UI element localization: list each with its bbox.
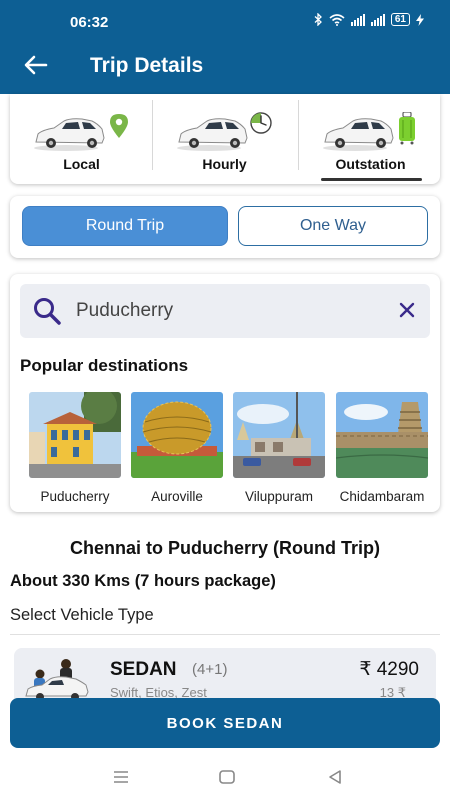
destination-image: [335, 392, 429, 478]
status-icons: 61: [314, 13, 424, 26]
menu-icon[interactable]: [112, 768, 130, 786]
close-icon[interactable]: [398, 301, 416, 319]
destination-name: Auroville: [151, 489, 203, 504]
destination-name: Viluppuram: [244, 489, 314, 504]
trip-type-card: Round Trip One Way: [10, 196, 440, 258]
sedan-car-icon: [25, 659, 89, 701]
category-local[interactable]: Local: [10, 94, 153, 184]
luggage-icon: [399, 112, 415, 145]
selected-category-indicator: [321, 178, 422, 181]
vehicle-price: ₹ 4290: [359, 659, 419, 680]
category-label: Outstation: [335, 156, 406, 172]
destination-image: [131, 392, 223, 478]
round-trip-button[interactable]: Round Trip: [22, 206, 228, 246]
status-bar: 06:32 61: [0, 0, 450, 42]
vehicle-capacity: (4+1): [192, 661, 228, 678]
location-pin-icon: [110, 114, 128, 138]
search-icon[interactable]: [32, 296, 62, 326]
destination-card-viluppuram[interactable]: Viluppuram: [233, 392, 325, 504]
charging-icon: [416, 13, 424, 26]
wifi-icon: [329, 13, 345, 26]
car-icon: [177, 112, 272, 151]
system-nav-bar: [0, 756, 450, 800]
screen: 06:32 61 Trip Details Local Hourly Outst…: [0, 0, 450, 800]
app-header: 06:32 61 Trip Details: [0, 0, 450, 94]
home-square-icon[interactable]: [218, 768, 236, 786]
car-icon: [323, 112, 415, 151]
destination-name: Chidambaram: [339, 489, 425, 504]
destination-card-puducherry[interactable]: Puducherry: [29, 388, 121, 504]
route-title: Chennai to Puducherry (Round Trip): [70, 538, 380, 558]
destination-image: [233, 392, 325, 478]
divider: [10, 634, 440, 635]
signal-icon: [350, 13, 365, 26]
destination-card-chidambaram[interactable]: Chidambaram: [335, 392, 429, 504]
select-vehicle-label: Select Vehicle Type: [10, 606, 154, 624]
page-title: Trip Details: [90, 54, 204, 77]
destination-image: [29, 388, 121, 478]
signal-icon: [370, 13, 385, 26]
destination-card-auroville[interactable]: Auroville: [131, 392, 223, 504]
category-outstation[interactable]: Outstation: [299, 94, 442, 184]
bluetooth-icon: [314, 13, 322, 26]
back-triangle-icon[interactable]: [326, 768, 344, 786]
car-icon: [34, 114, 128, 151]
popular-destinations-title: Popular destinations: [20, 356, 189, 375]
battery-indicator: 61: [390, 13, 410, 26]
trip-category-card: Local Hourly Outstation: [10, 94, 440, 184]
destination-search-card: Popular destinations Puducherry: [10, 274, 440, 512]
category-label: Hourly: [202, 156, 247, 172]
category-hourly[interactable]: Hourly: [153, 94, 296, 184]
destination-search-input[interactable]: [76, 292, 376, 330]
package-info: About 330 Kms (7 hours package): [10, 572, 276, 590]
category-label: Local: [63, 156, 100, 172]
search-box: [20, 284, 430, 338]
book-sedan-button[interactable]: BOOK SEDAN: [10, 698, 440, 748]
vehicle-name: SEDAN: [110, 659, 177, 680]
destination-name: Puducherry: [40, 489, 110, 504]
status-time: 06:32: [70, 14, 109, 31]
clock-icon: [250, 112, 272, 134]
back-arrow-icon[interactable]: [22, 52, 50, 78]
one-way-button[interactable]: One Way: [238, 206, 428, 246]
